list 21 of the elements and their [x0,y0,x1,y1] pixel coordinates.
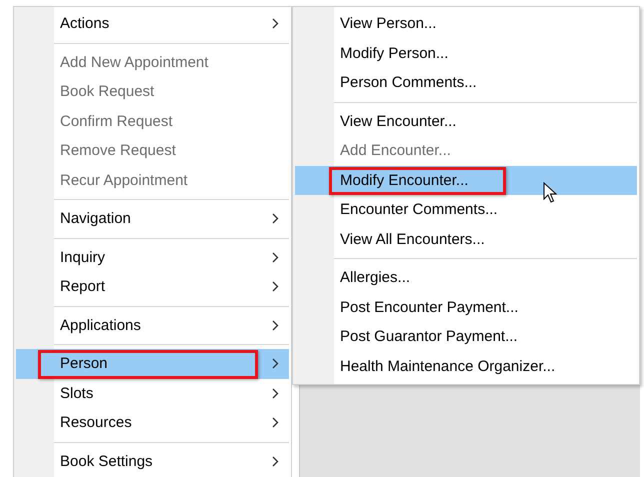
menu-item[interactable]: Health Maintenance Organizer... [295,352,637,381]
menu-item[interactable]: Modify Encounter... [295,166,637,195]
menu-item[interactable]: Applications [16,310,289,340]
menu-item[interactable]: Person [16,349,289,378]
menu-item[interactable]: View Person... [295,9,637,38]
menu-item[interactable]: Slots [16,378,289,408]
menu-item[interactable]: Report [16,272,289,302]
menu-item[interactable]: Encounter Comments... [295,195,637,224]
menu-item[interactable]: View Encounter... [295,106,637,136]
menu-item[interactable]: Actions [16,9,289,38]
menu-item[interactable]: View All Encounters... [295,224,637,254]
menu-item[interactable]: Navigation [16,204,289,234]
menu-item[interactable]: Post Encounter Payment... [295,292,637,322]
menu-item[interactable]: Post Guarantor Payment... [295,322,637,352]
menu-item[interactable]: Book Settings [16,446,289,476]
menu-item[interactable]: Allergies... [295,263,637,292]
mouse-pointer-icon [543,182,557,204]
menu-item[interactable]: Resources [16,408,289,438]
menu-item[interactable]: Modify Person... [295,38,637,68]
menu-item[interactable]: Inquiry [16,242,289,272]
menu-item[interactable]: Person Comments... [295,68,637,98]
